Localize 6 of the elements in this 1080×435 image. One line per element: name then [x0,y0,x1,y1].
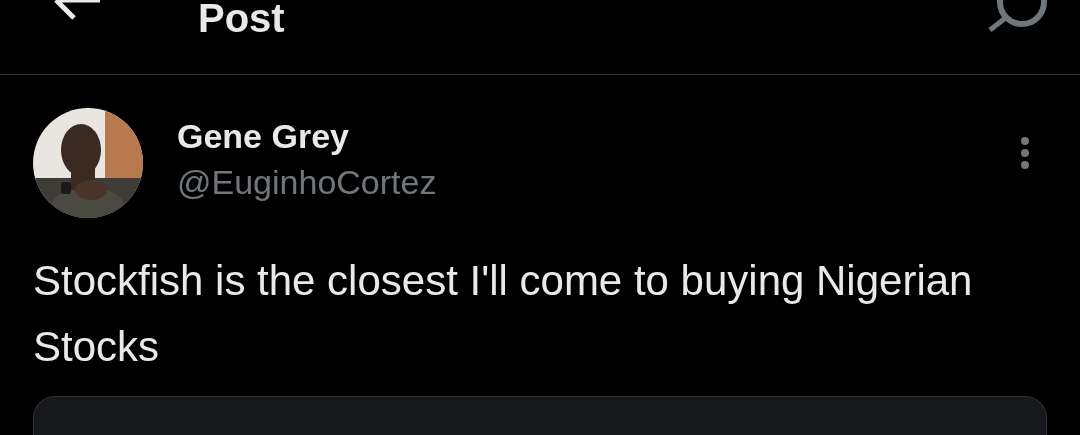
author-handle[interactable]: @EuginhoCortez [177,158,437,206]
author-name[interactable]: Gene Grey [177,114,349,158]
post-text: Stockfish is the closest I'll come to buying Nigerian Stocks [33,256,974,372]
more-options-icon[interactable] [1019,136,1031,170]
page-title: Post [198,0,286,40]
back-arrow-icon[interactable] [52,0,102,20]
